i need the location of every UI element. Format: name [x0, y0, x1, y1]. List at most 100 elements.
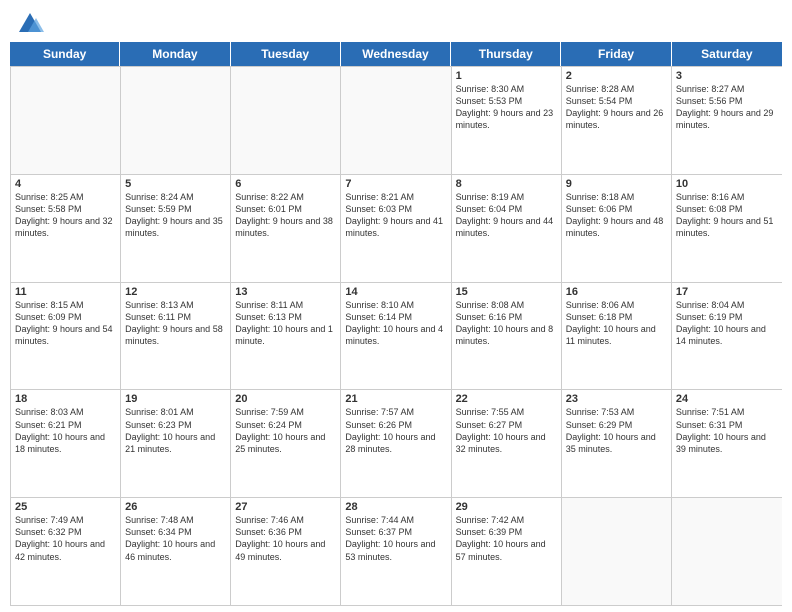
cal-cell — [231, 67, 341, 174]
cal-cell — [562, 498, 672, 605]
cell-info: Sunrise: 8:27 AMSunset: 5:56 PMDaylight:… — [676, 83, 778, 132]
cell-info: Sunrise: 8:16 AMSunset: 6:08 PMDaylight:… — [676, 191, 778, 240]
cell-info: Sunrise: 7:53 AMSunset: 6:29 PMDaylight:… — [566, 406, 667, 455]
cal-cell — [11, 67, 121, 174]
cal-cell: 12Sunrise: 8:13 AMSunset: 6:11 PMDayligh… — [121, 283, 231, 390]
day-number: 13 — [235, 286, 336, 298]
header-day-sunday: Sunday — [10, 42, 120, 66]
cell-info: Sunrise: 8:21 AMSunset: 6:03 PMDaylight:… — [345, 191, 446, 240]
cal-cell: 13Sunrise: 8:11 AMSunset: 6:13 PMDayligh… — [231, 283, 341, 390]
day-number: 11 — [15, 286, 116, 298]
cal-cell: 6Sunrise: 8:22 AMSunset: 6:01 PMDaylight… — [231, 175, 341, 282]
day-number: 1 — [456, 70, 557, 82]
cell-info: Sunrise: 7:57 AMSunset: 6:26 PMDaylight:… — [345, 406, 446, 455]
day-number: 14 — [345, 286, 446, 298]
day-number: 2 — [566, 70, 667, 82]
header-day-saturday: Saturday — [672, 42, 782, 66]
day-number: 5 — [125, 178, 226, 190]
cell-info: Sunrise: 8:19 AMSunset: 6:04 PMDaylight:… — [456, 191, 557, 240]
cal-row-2: 11Sunrise: 8:15 AMSunset: 6:09 PMDayligh… — [11, 282, 782, 390]
cell-info: Sunrise: 8:28 AMSunset: 5:54 PMDaylight:… — [566, 83, 667, 132]
day-number: 20 — [235, 393, 336, 405]
cal-cell: 18Sunrise: 8:03 AMSunset: 6:21 PMDayligh… — [11, 390, 121, 497]
cell-info: Sunrise: 7:42 AMSunset: 6:39 PMDaylight:… — [456, 514, 557, 563]
day-number: 23 — [566, 393, 667, 405]
cell-info: Sunrise: 8:10 AMSunset: 6:14 PMDaylight:… — [345, 299, 446, 348]
day-number: 25 — [15, 501, 116, 513]
cal-cell — [121, 67, 231, 174]
cal-cell: 23Sunrise: 7:53 AMSunset: 6:29 PMDayligh… — [562, 390, 672, 497]
cal-cell: 8Sunrise: 8:19 AMSunset: 6:04 PMDaylight… — [452, 175, 562, 282]
calendar: SundayMondayTuesdayWednesdayThursdayFrid… — [0, 42, 792, 612]
cal-cell: 28Sunrise: 7:44 AMSunset: 6:37 PMDayligh… — [341, 498, 451, 605]
cell-info: Sunrise: 7:49 AMSunset: 6:32 PMDaylight:… — [15, 514, 116, 563]
cell-info: Sunrise: 7:59 AMSunset: 6:24 PMDaylight:… — [235, 406, 336, 455]
day-number: 22 — [456, 393, 557, 405]
cell-info: Sunrise: 8:25 AMSunset: 5:58 PMDaylight:… — [15, 191, 116, 240]
cal-cell: 26Sunrise: 7:48 AMSunset: 6:34 PMDayligh… — [121, 498, 231, 605]
cell-info: Sunrise: 8:11 AMSunset: 6:13 PMDaylight:… — [235, 299, 336, 348]
header-day-monday: Monday — [120, 42, 230, 66]
logo — [16, 10, 48, 38]
day-number: 10 — [676, 178, 778, 190]
cal-cell: 22Sunrise: 7:55 AMSunset: 6:27 PMDayligh… — [452, 390, 562, 497]
day-number: 7 — [345, 178, 446, 190]
day-number: 9 — [566, 178, 667, 190]
calendar-body: 1Sunrise: 8:30 AMSunset: 5:53 PMDaylight… — [10, 66, 782, 606]
day-number: 21 — [345, 393, 446, 405]
day-number: 3 — [676, 70, 778, 82]
cal-cell: 29Sunrise: 7:42 AMSunset: 6:39 PMDayligh… — [452, 498, 562, 605]
cal-cell: 3Sunrise: 8:27 AMSunset: 5:56 PMDaylight… — [672, 67, 782, 174]
header-day-tuesday: Tuesday — [231, 42, 341, 66]
day-number: 18 — [15, 393, 116, 405]
calendar-header: SundayMondayTuesdayWednesdayThursdayFrid… — [10, 42, 782, 66]
cell-info: Sunrise: 7:51 AMSunset: 6:31 PMDaylight:… — [676, 406, 778, 455]
cal-cell: 19Sunrise: 8:01 AMSunset: 6:23 PMDayligh… — [121, 390, 231, 497]
logo-icon — [16, 10, 44, 38]
day-number: 28 — [345, 501, 446, 513]
day-number: 8 — [456, 178, 557, 190]
cell-info: Sunrise: 7:55 AMSunset: 6:27 PMDaylight:… — [456, 406, 557, 455]
cal-cell: 25Sunrise: 7:49 AMSunset: 6:32 PMDayligh… — [11, 498, 121, 605]
day-number: 16 — [566, 286, 667, 298]
cell-info: Sunrise: 7:48 AMSunset: 6:34 PMDaylight:… — [125, 514, 226, 563]
cal-cell: 11Sunrise: 8:15 AMSunset: 6:09 PMDayligh… — [11, 283, 121, 390]
cell-info: Sunrise: 7:44 AMSunset: 6:37 PMDaylight:… — [345, 514, 446, 563]
cal-cell: 24Sunrise: 7:51 AMSunset: 6:31 PMDayligh… — [672, 390, 782, 497]
day-number: 26 — [125, 501, 226, 513]
cal-cell: 16Sunrise: 8:06 AMSunset: 6:18 PMDayligh… — [562, 283, 672, 390]
cal-cell: 4Sunrise: 8:25 AMSunset: 5:58 PMDaylight… — [11, 175, 121, 282]
cal-row-0: 1Sunrise: 8:30 AMSunset: 5:53 PMDaylight… — [11, 66, 782, 174]
cal-cell: 7Sunrise: 8:21 AMSunset: 6:03 PMDaylight… — [341, 175, 451, 282]
cal-cell: 10Sunrise: 8:16 AMSunset: 6:08 PMDayligh… — [672, 175, 782, 282]
cell-info: Sunrise: 8:24 AMSunset: 5:59 PMDaylight:… — [125, 191, 226, 240]
cal-cell — [672, 498, 782, 605]
cell-info: Sunrise: 8:04 AMSunset: 6:19 PMDaylight:… — [676, 299, 778, 348]
cell-info: Sunrise: 8:03 AMSunset: 6:21 PMDaylight:… — [15, 406, 116, 455]
day-number: 19 — [125, 393, 226, 405]
cal-cell: 21Sunrise: 7:57 AMSunset: 6:26 PMDayligh… — [341, 390, 451, 497]
cell-info: Sunrise: 8:01 AMSunset: 6:23 PMDaylight:… — [125, 406, 226, 455]
cal-cell: 15Sunrise: 8:08 AMSunset: 6:16 PMDayligh… — [452, 283, 562, 390]
header-day-friday: Friday — [561, 42, 671, 66]
page: SundayMondayTuesdayWednesdayThursdayFrid… — [0, 0, 792, 612]
day-number: 4 — [15, 178, 116, 190]
cal-cell — [341, 67, 451, 174]
cal-cell: 5Sunrise: 8:24 AMSunset: 5:59 PMDaylight… — [121, 175, 231, 282]
day-number: 6 — [235, 178, 336, 190]
cal-row-3: 18Sunrise: 8:03 AMSunset: 6:21 PMDayligh… — [11, 389, 782, 497]
cell-info: Sunrise: 8:18 AMSunset: 6:06 PMDaylight:… — [566, 191, 667, 240]
day-number: 17 — [676, 286, 778, 298]
cell-info: Sunrise: 8:06 AMSunset: 6:18 PMDaylight:… — [566, 299, 667, 348]
cal-row-4: 25Sunrise: 7:49 AMSunset: 6:32 PMDayligh… — [11, 497, 782, 605]
day-number: 27 — [235, 501, 336, 513]
cal-cell: 14Sunrise: 8:10 AMSunset: 6:14 PMDayligh… — [341, 283, 451, 390]
day-number: 24 — [676, 393, 778, 405]
cell-info: Sunrise: 8:08 AMSunset: 6:16 PMDaylight:… — [456, 299, 557, 348]
day-number: 29 — [456, 501, 557, 513]
cal-cell: 20Sunrise: 7:59 AMSunset: 6:24 PMDayligh… — [231, 390, 341, 497]
cell-info: Sunrise: 8:22 AMSunset: 6:01 PMDaylight:… — [235, 191, 336, 240]
cell-info: Sunrise: 8:13 AMSunset: 6:11 PMDaylight:… — [125, 299, 226, 348]
header-day-wednesday: Wednesday — [341, 42, 451, 66]
cal-cell: 1Sunrise: 8:30 AMSunset: 5:53 PMDaylight… — [452, 67, 562, 174]
